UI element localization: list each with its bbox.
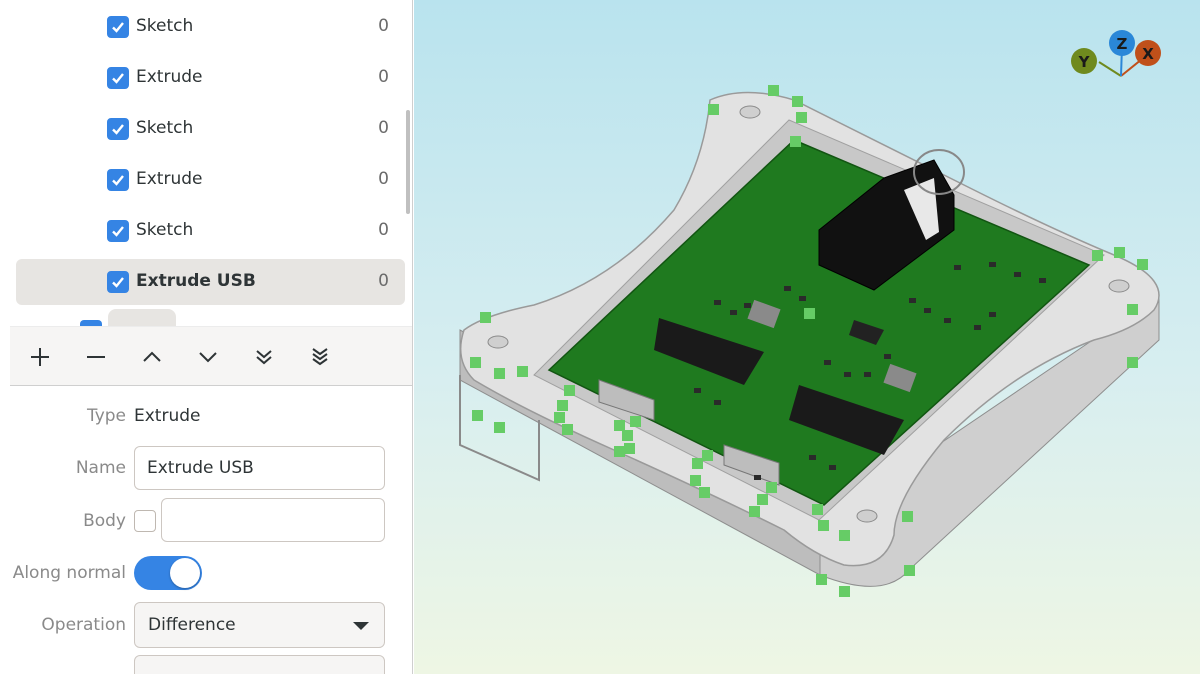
remove-icon [87, 356, 105, 358]
orientation-gizmo: Y X Z [1071, 30, 1161, 77]
body-field[interactable] [161, 498, 385, 542]
mount-hole [856, 509, 878, 523]
tree-row[interactable]: Extrude 0 [16, 55, 405, 101]
visibility-checkbox[interactable] [107, 169, 129, 191]
feature-tree: Sketch 0 Extrude 0 Sketch 0 Extrude 0 Sk… [0, 0, 412, 326]
3d-viewport[interactable]: Y X Z [414, 0, 1200, 674]
axis-y-label: Y [1078, 53, 1091, 71]
partial-row-widget [108, 309, 176, 326]
tree-row[interactable]: Sketch 0 [16, 4, 405, 50]
tree-row-count: 0 [378, 67, 389, 87]
axis-z-label: Z [1117, 35, 1128, 53]
dropdown-arrow-icon [353, 622, 369, 630]
tree-row-count: 0 [378, 220, 389, 240]
tree-toolbar [10, 326, 412, 386]
move-down-button[interactable] [192, 341, 224, 373]
type-label: Type [86, 406, 126, 426]
tree-row[interactable]: Sketch 0 [16, 208, 405, 254]
visibility-checkbox[interactable] [107, 67, 129, 89]
type-value: Extrude [134, 406, 201, 426]
tree-row[interactable]: Extrude 0 [16, 157, 405, 203]
name-label: Name [75, 458, 126, 478]
add-icon [31, 348, 49, 366]
tree-row-label: Sketch [136, 16, 194, 36]
move-to-end-button[interactable] [304, 341, 336, 373]
body-label: Body [83, 511, 126, 531]
tree-row[interactable]: Sketch 0 [16, 106, 405, 152]
tree-row-count: 0 [378, 169, 389, 189]
remove-button[interactable] [80, 341, 112, 373]
visibility-checkbox[interactable] [107, 271, 129, 293]
switch-knob [170, 558, 200, 588]
name-field-value: Extrude USB [147, 458, 254, 478]
operation-dropdown[interactable]: Difference [134, 602, 385, 648]
tree-row-label: Extrude [136, 169, 203, 189]
move-up-button[interactable] [136, 341, 168, 373]
tree-row-label: Sketch [136, 118, 194, 138]
mount-hole [487, 335, 509, 349]
tree-row-count: 0 [378, 16, 389, 36]
left-panel: Sketch 0 Extrude 0 Sketch 0 Extrude 0 Sk… [0, 0, 413, 674]
name-field[interactable]: Extrude USB [134, 446, 385, 490]
axis-x-label: X [1142, 45, 1154, 63]
tree-row-label: Extrude [136, 67, 203, 87]
move-down-icon [199, 352, 217, 363]
mount-hole [1108, 279, 1130, 293]
move-to-end-icon [312, 348, 328, 366]
tree-row-label: Extrude USB [136, 271, 256, 291]
cad-scene[interactable]: Y X Z [414, 0, 1200, 674]
visibility-checkbox[interactable] [107, 220, 129, 242]
body-checkbox[interactable] [134, 510, 156, 532]
move-to-bottom-icon [256, 350, 272, 365]
tree-row-label: Sketch [136, 220, 194, 240]
along-normal-switch[interactable] [134, 556, 202, 590]
tree-scrollbar[interactable] [406, 110, 410, 214]
tree-row-count: 0 [378, 271, 389, 291]
mode-dropdown-partial[interactable] [134, 655, 385, 674]
visibility-checkbox[interactable] [107, 16, 129, 38]
operation-label: Operation [41, 615, 126, 635]
tree-row-count: 0 [378, 118, 389, 138]
move-up-icon [143, 351, 161, 362]
tree-row-selected[interactable]: Extrude USB 0 [16, 259, 405, 305]
mount-hole [739, 105, 761, 119]
move-to-bottom-button[interactable] [248, 341, 280, 373]
add-button[interactable] [24, 341, 56, 373]
visibility-checkbox[interactable] [107, 118, 129, 140]
along-normal-label: Along normal [12, 563, 126, 583]
operation-value: Difference [148, 615, 236, 635]
